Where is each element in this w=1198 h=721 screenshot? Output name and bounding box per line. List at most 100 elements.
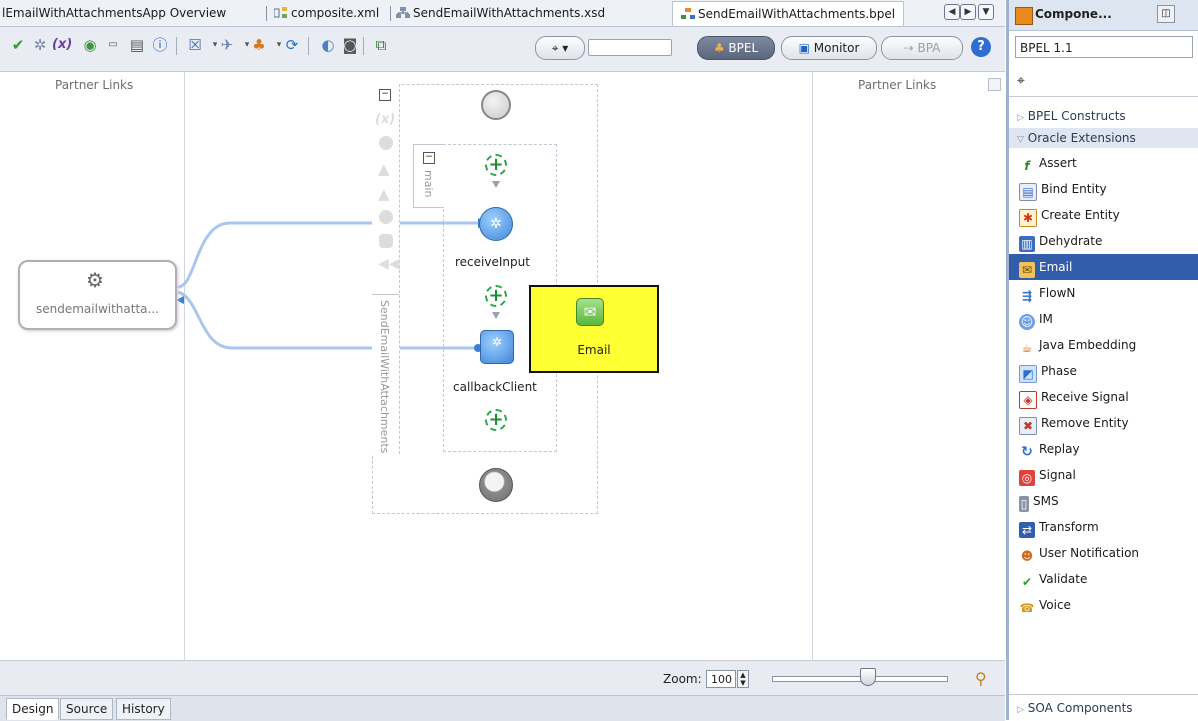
sensor-action-icon[interactable]: ◐ [318, 35, 338, 55]
zoom-stepper[interactable]: ▲ ▼ [737, 670, 749, 688]
section-soa-components[interactable]: ▷ SOA Components [1009, 698, 1198, 718]
process-start-node[interactable] [481, 90, 511, 120]
palette-item-im[interactable]: ☺ IM [1009, 306, 1198, 332]
tab-xsd[interactable]: SendEmailWithAttachments.xsd [396, 3, 605, 23]
termination-icon[interactable] [379, 234, 393, 248]
tab-composite[interactable]: composite.xml [273, 3, 379, 23]
palette-item-receive-signal[interactable]: ◈ Receive Signal [1009, 384, 1198, 410]
palette-item-sms[interactable]: ▯ SMS [1009, 488, 1198, 514]
palette-item-phase[interactable]: ◩ Phase [1009, 358, 1198, 384]
binoculars-icon[interactable]: ⌖ [1017, 73, 1025, 89]
palette-item-transform[interactable]: ⇄ Transform [1009, 514, 1198, 540]
replay-icon: ↻ [1021, 444, 1033, 460]
bpel-design-canvas[interactable]: Partner Links Partner Links ⚙ sendemailw… [0, 72, 1005, 660]
validate-check-icon[interactable]: ✔ [8, 35, 28, 55]
palette-item-bind-entity[interactable]: ▤ Bind Entity [1009, 176, 1198, 202]
section-bpel-constructs[interactable]: ▷ BPEL Constructs [1009, 106, 1198, 126]
add-activity-icon[interactable]: + [485, 409, 507, 431]
xsd-icon[interactable]: ▭ [103, 35, 123, 55]
add-activity-icon[interactable]: + [485, 285, 507, 307]
monitor-label: Monitor [813, 41, 860, 55]
palette-item-label: IM [1039, 312, 1053, 326]
collapse-process-icon[interactable]: − [379, 89, 391, 101]
bpel-view-label: BPEL [728, 41, 759, 55]
palette-select[interactable]: BPEL 1.1 [1015, 36, 1193, 58]
component-palette-header: Compone... ◫ [1009, 0, 1198, 31]
section-oracle-extensions[interactable]: ▽ Oracle Extensions [1009, 128, 1198, 148]
tab-label: SendEmailWithAttachments.xsd [413, 6, 606, 20]
palette-item-validate[interactable]: ✔ Validate [1009, 566, 1198, 592]
rewind-icon[interactable]: ◀◀ [378, 256, 400, 272]
tab-bpel[interactable]: SendEmailWithAttachments.bpel [672, 1, 905, 26]
palette-item-label: Create Entity [1041, 208, 1120, 222]
palette-item-voice[interactable]: ☎ Voice [1009, 592, 1198, 618]
palette-item-assert[interactable]: f Assert [1009, 150, 1198, 176]
deploy-icon[interactable]: ✈ [217, 35, 237, 55]
search-input[interactable] [588, 39, 672, 56]
tab-design[interactable]: Design [6, 698, 60, 720]
process-name-label: SendEmailWithAttachments [378, 300, 391, 454]
properties-icon[interactable]: ▤ [127, 35, 147, 55]
palette-item-label: Assert [1039, 156, 1077, 170]
variables-icon[interactable]: (x) [375, 112, 395, 127]
process-end-node[interactable] [479, 468, 513, 502]
palette-item-replay[interactable]: ↻ Replay [1009, 436, 1198, 462]
find-button[interactable]: ⌖ ▾ [535, 36, 585, 60]
bind-entity-icon: ▤ [1019, 183, 1037, 201]
palette-item-dehydrate[interactable]: ▥ Dehydrate [1009, 228, 1198, 254]
tab-history[interactable]: History [116, 698, 171, 720]
callback-client-activity[interactable]: ✲ [480, 330, 514, 364]
correlation-icon[interactable] [379, 136, 393, 150]
tab-separator [390, 6, 391, 21]
tab-app-overview[interactable]: lEmailWithAttachmentsApp Overview [2, 3, 226, 23]
fault-handler-icon[interactable]: ▲ [378, 160, 390, 178]
palette-item-signal[interactable]: ◎ Signal [1009, 462, 1198, 488]
correlation-icon[interactable]: ◉ [80, 35, 100, 55]
tab-list-icon[interactable]: ▼ [978, 4, 994, 20]
binoculars-icon[interactable]: ◙ [340, 35, 360, 55]
info-icon[interactable]: ⓘ [150, 35, 170, 55]
flown-icon: ⇶ [1021, 289, 1033, 303]
remove-entity-icon: ✖ [1019, 417, 1037, 435]
zoom-slider-thumb[interactable] [860, 668, 876, 686]
zoom-value-input[interactable]: 100 [706, 670, 736, 688]
sensor-icon[interactable]: ☒ [185, 35, 205, 55]
palette-item-email[interactable]: ✉ Email [1009, 254, 1198, 280]
resource-palette-icon[interactable]: ◫ [1157, 5, 1175, 23]
layout-icon[interactable]: ⧉ [371, 35, 391, 55]
palette-item-java-embedding[interactable]: ☕ Java Embedding [1009, 332, 1198, 358]
palette-item-label: Bind Entity [1041, 182, 1107, 196]
event-icon[interactable]: ♣ [249, 35, 269, 55]
bpel-view-button[interactable]: ♣ BPEL [697, 36, 775, 60]
scroll-right-icon[interactable]: ▶ [960, 4, 976, 20]
palette-item-label: Replay [1039, 442, 1080, 456]
monitor-button[interactable]: ▣ Monitor [781, 36, 877, 60]
email-drag-tooltip: ✉ Email [529, 285, 659, 373]
callback-client-label: callbackClient [453, 380, 537, 394]
palette-item-label: Remove Entity [1041, 416, 1129, 430]
palette-item-user-notification[interactable]: ☻ User Notification [1009, 540, 1198, 566]
event-handler-icon[interactable]: ▲ [378, 185, 390, 203]
help-icon[interactable]: ? [971, 37, 991, 57]
zoom-fit-icon[interactable]: ⚲ [975, 669, 987, 688]
palette-item-create-entity[interactable]: ✱ Create Entity [1009, 202, 1198, 228]
scroll-left-icon[interactable]: ◀ [944, 4, 960, 20]
receive-signal-icon: ◈ [1019, 391, 1037, 409]
bpel-file-icon [681, 4, 695, 19]
palette-item-label: User Notification [1039, 546, 1140, 560]
gear-icon[interactable]: ✲ [30, 35, 50, 55]
partner-link-box[interactable]: ⚙ sendemailwithatta... [18, 260, 177, 330]
palette-item-flown[interactable]: ⇶ FlowN [1009, 280, 1198, 306]
refresh-icon[interactable]: ⟳ [282, 35, 302, 55]
add-activity-icon[interactable]: + [485, 154, 507, 176]
palette-item-remove-entity[interactable]: ✖ Remove Entity [1009, 410, 1198, 436]
variables-icon[interactable]: (x) [52, 35, 72, 55]
tab-source[interactable]: Source [60, 698, 114, 720]
receive-input-activity[interactable]: ✲ [479, 207, 513, 241]
palette-item-label: Dehydrate [1039, 234, 1103, 248]
collapse-sequence-icon[interactable]: − [423, 152, 435, 164]
flow-arrow-icon [492, 181, 500, 188]
compensation-icon[interactable] [379, 210, 393, 224]
editor-view-tabs: Design Source History [0, 695, 1005, 721]
bpa-button[interactable]: ⇢ BPA [881, 36, 963, 60]
